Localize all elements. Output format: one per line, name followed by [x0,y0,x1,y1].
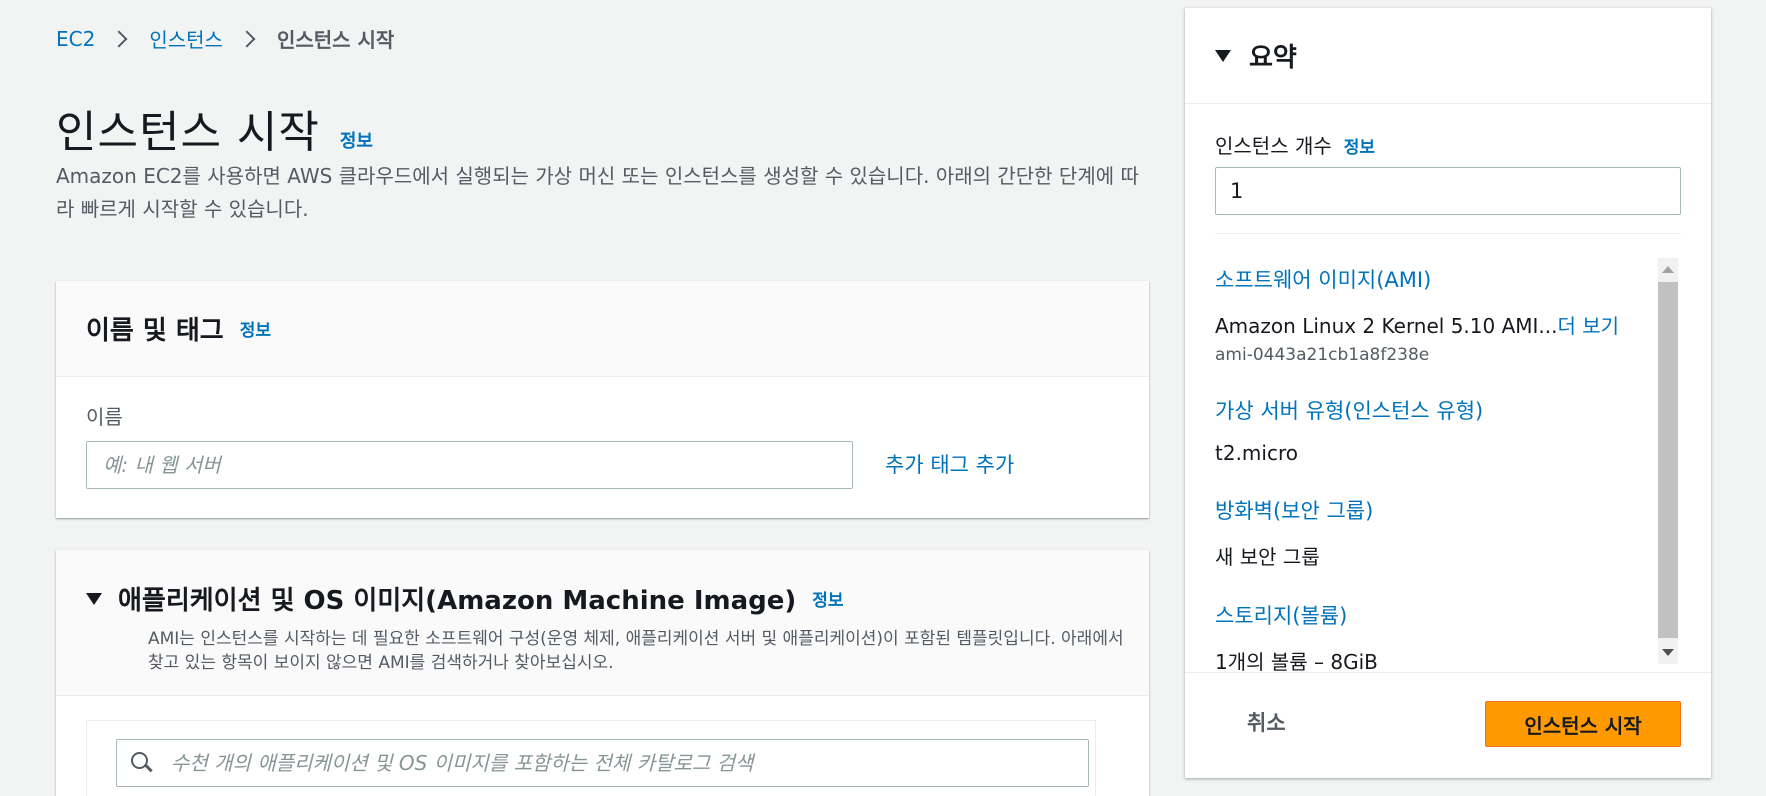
instance-count-label-row: 인스턴스 개수 정보 [1215,130,1375,159]
chevron-right-icon [238,30,256,47]
summary-firewall-value: 새 보안 그룹 [1215,545,1320,569]
summary-ami-section: 소프트웨어 이미지(AMI) Amazon Linux 2 Kernel 5.1… [1215,264,1695,365]
summary-ami-more-link[interactable]: 더 보기 [1558,314,1620,338]
launch-instance-button[interactable]: 인스턴스 시작 [1485,701,1681,747]
summary-ami-value: Amazon Linux 2 Kernel 5.10 AMI... [1215,314,1558,338]
summary-storage-value: 1개의 볼륨 – 8GiB [1215,650,1378,672]
summary-ami-value-row: Amazon Linux 2 Kernel 5.10 AMI...더 보기 [1215,310,1695,339]
ami-search-box[interactable] [116,739,1089,787]
summary-header[interactable]: 요약 [1185,8,1711,104]
name-and-tags-panel: 이름 및 태그 정보 이름 추가 태그 추가 [56,281,1149,518]
summary-panel: 요약 인스턴스 개수 정보 소프트웨어 이미지(AMI) Amazon Linu… [1185,8,1711,778]
breadcrumb-instances[interactable]: 인스턴스 [149,24,223,53]
name-input[interactable] [86,441,853,489]
caret-down-icon[interactable] [1215,49,1231,62]
name-label: 이름 [86,405,123,429]
breadcrumb: EC2 인스턴스 인스턴스 시작 [56,24,394,53]
cancel-button[interactable]: 취소 [1247,707,1286,737]
summary-firewall-section: 방화벽(보안 그룹) 새 보안 그룹 [1215,495,1695,570]
instance-count-info-link[interactable]: 정보 [1344,133,1375,158]
caret-down-icon[interactable] [86,592,102,605]
ami-title: 애플리케이션 및 OS 이미지(Amazon Machine Image) [118,586,797,616]
ami-search-container [86,720,1096,796]
page-description: Amazon EC2를 사용하면 AWS 클라우드에서 실행되는 가상 머신 또… [56,164,1139,221]
summary-footer: 취소 인스턴스 시작 [1185,672,1711,778]
instance-count-label: 인스턴스 개수 [1215,134,1332,158]
summary-type-section: 가상 서버 유형(인스턴스 유형) t2.micro [1215,395,1695,465]
scroll-down-arrow-icon[interactable] [1662,649,1674,656]
summary-details: 소프트웨어 이미지(AMI) Amazon Linux 2 Kernel 5.1… [1215,264,1695,672]
divider [1215,233,1681,234]
summary-storage-section: 스토리지(볼륨) 1개의 볼륨 – 8GiB [1215,600,1695,672]
summary-ami-link[interactable]: 소프트웨어 이미지(AMI) [1215,264,1695,294]
summary-storage-link[interactable]: 스토리지(볼륨) [1215,600,1695,630]
summary-instance-type-link[interactable]: 가상 서버 유형(인스턴스 유형) [1215,395,1695,425]
summary-instance-type-value: t2.micro [1215,441,1298,465]
ami-info-link[interactable]: 정보 [812,586,843,611]
ami-description: AMI는 인스턴스를 시작하는 데 필요한 소프트웨어 구성(운영 체제, 애플… [148,629,1124,673]
name-and-tags-header: 이름 및 태그 정보 [56,281,1149,377]
ami-header: 애플리케이션 및 OS 이미지(Amazon Machine Image) 정보… [56,550,1149,696]
instance-count-input[interactable] [1215,167,1681,215]
page-info-link[interactable]: 정보 [340,127,373,153]
ami-search-input[interactable] [171,751,1071,775]
summary-title: 요약 [1249,43,1297,73]
summary-scrollbar[interactable] [1658,258,1678,664]
ami-title-row[interactable]: 애플리케이션 및 OS 이미지(Amazon Machine Image) 정보 [86,580,1119,617]
scroll-up-arrow-icon[interactable] [1662,266,1674,273]
summary-firewall-link[interactable]: 방화벽(보안 그룹) [1215,495,1695,525]
name-and-tags-title: 이름 및 태그 [86,316,224,346]
page-title: 인스턴스 시작 [56,107,320,158]
page-header: 인스턴스 시작 정보 [56,96,373,160]
search-icon [131,752,153,774]
summary-ami-id: ami-0443a21cb1a8f238e [1215,345,1430,365]
add-additional-tags-link[interactable]: 추가 태그 추가 [885,449,1014,479]
name-and-tags-info-link[interactable]: 정보 [240,316,271,341]
chevron-right-icon [110,30,128,47]
breadcrumb-current: 인스턴스 시작 [276,28,395,52]
breadcrumb-ec2[interactable]: EC2 [56,27,95,51]
ami-panel: 애플리케이션 및 OS 이미지(Amazon Machine Image) 정보… [56,550,1149,796]
scrollbar-thumb[interactable] [1658,282,1678,638]
